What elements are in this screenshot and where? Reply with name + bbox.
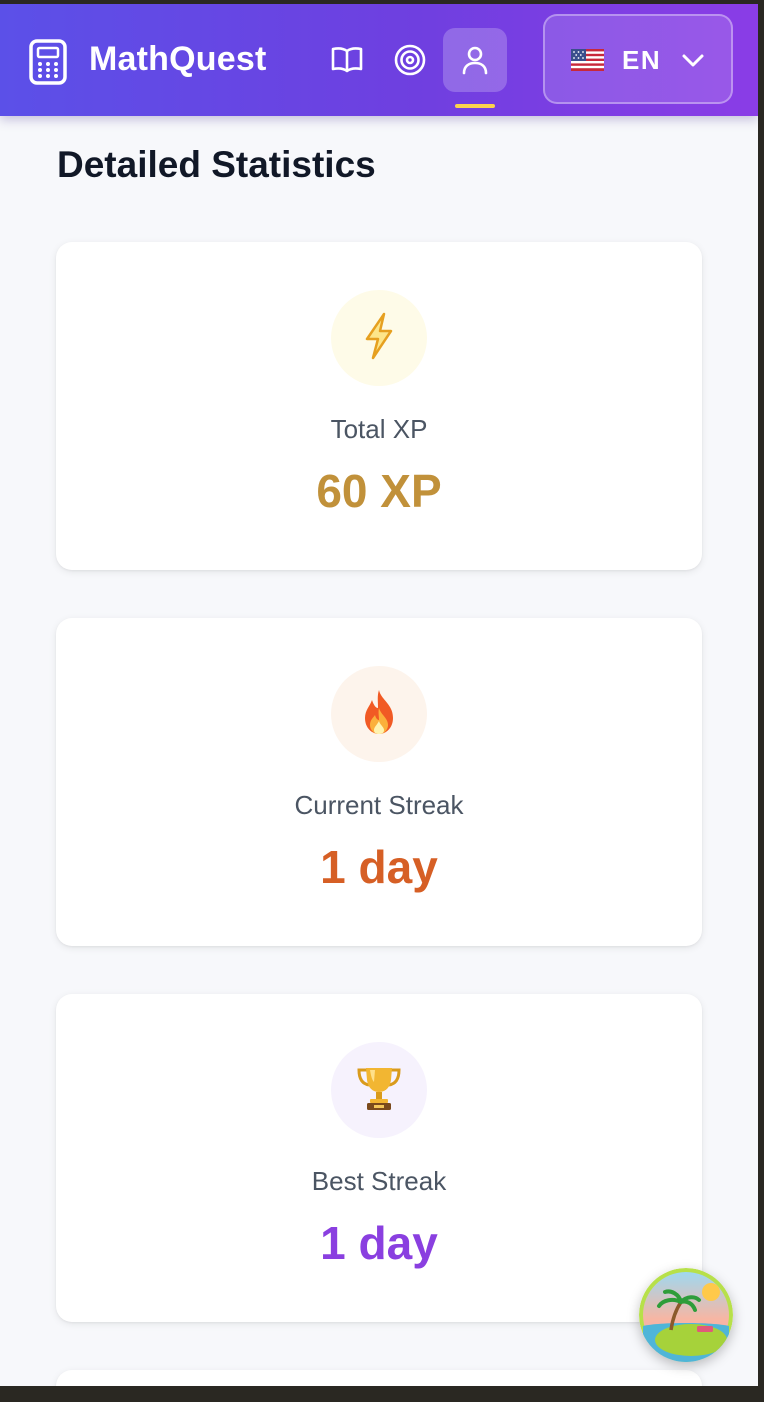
stat-icon-circle [331, 290, 427, 386]
stat-card-total-xp: Total XP 60 XP [56, 242, 702, 570]
stat-card-best-streak: Best Streak 1 day [56, 994, 702, 1322]
stat-value: 60 XP [316, 465, 442, 517]
calculator-icon[interactable] [28, 38, 68, 86]
stat-label: Total XP [330, 414, 428, 444]
lightning-icon [359, 311, 399, 366]
us-flag-icon [571, 49, 604, 71]
stat-label: Current Streak [294, 790, 464, 820]
nav-learn-button[interactable] [315, 28, 379, 92]
floating-avatar-button[interactable] [639, 1268, 733, 1362]
nav-goals-button[interactable] [378, 28, 442, 92]
language-selector[interactable]: EN [543, 14, 733, 104]
stat-label: Best Streak [311, 1166, 447, 1196]
chevron-down-icon [681, 50, 705, 70]
language-code: EN [622, 45, 662, 75]
island-avatar-icon [639, 1268, 733, 1362]
stat-card-partial [56, 1370, 702, 1386]
trophy-icon [355, 1064, 403, 1117]
stat-icon-circle [331, 1042, 427, 1138]
fire-icon [359, 688, 399, 741]
stat-value: 1 day [320, 841, 438, 893]
stat-icon-circle [331, 666, 427, 762]
app-viewport: MathQuest EN Detailed Statistics Total X… [0, 4, 758, 1386]
user-icon [461, 45, 489, 75]
section-title: Detailed Statistics [57, 144, 376, 185]
book-open-icon [330, 45, 364, 75]
stat-card-current-streak: Current Streak 1 day [56, 618, 702, 946]
top-nav-bar: MathQuest EN [0, 4, 758, 116]
stat-value: 1 day [320, 1217, 438, 1269]
active-tab-indicator [455, 104, 495, 108]
nav-profile-button[interactable] [443, 28, 507, 92]
brand-name[interactable]: MathQuest [89, 40, 266, 79]
target-icon [393, 43, 427, 77]
